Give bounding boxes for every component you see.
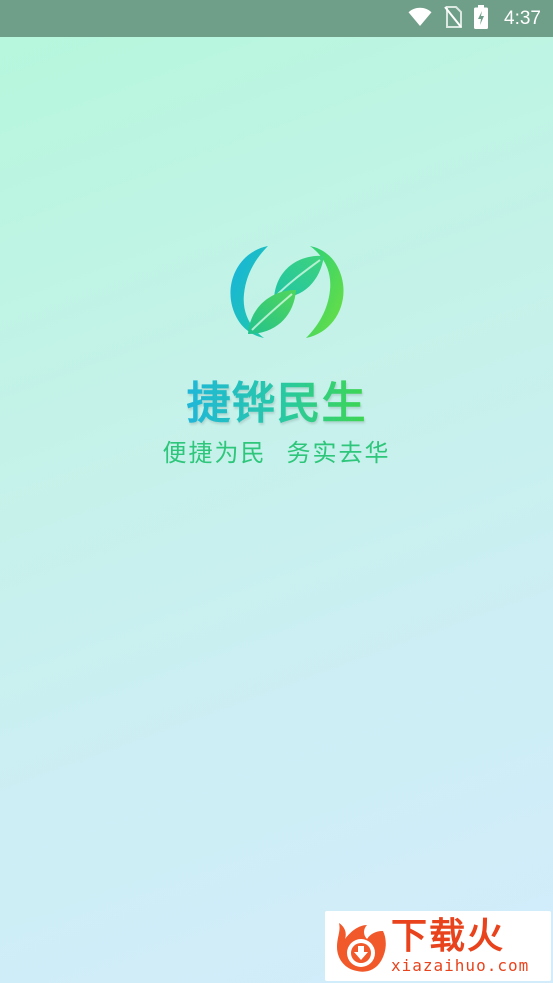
leaf-logo-icon — [230, 246, 344, 338]
watermark-title: 下载火 — [391, 915, 506, 957]
slogan-left: 便捷为民 — [162, 439, 267, 467]
wifi-icon — [408, 7, 432, 31]
app-name-text: 捷铧民生 — [186, 378, 367, 429]
battery-charging-icon — [474, 4, 489, 33]
splash-screen: 捷铧民生 便捷为民 务实去华 下载火 xiazaihuo.com — [0, 37, 553, 983]
status-icons: 4:37 — [408, 4, 541, 33]
slogan: 便捷为民 务实去华 — [0, 433, 553, 468]
slogan-right: 务实去华 — [286, 439, 391, 467]
status-bar: 4:37 — [0, 0, 553, 37]
status-time: 4:37 — [504, 7, 541, 29]
watermark-site: xiazaihuo.com — [391, 955, 530, 975]
no-sim-icon — [444, 5, 463, 32]
site-watermark: 下载火 xiazaihuo.com — [325, 911, 551, 981]
watermark-text: 下载火 xiazaihuo.com — [391, 915, 530, 975]
app-logo — [224, 242, 350, 342]
app-name: 捷铧民生 — [0, 367, 553, 431]
fire-download-icon — [337, 923, 386, 972]
